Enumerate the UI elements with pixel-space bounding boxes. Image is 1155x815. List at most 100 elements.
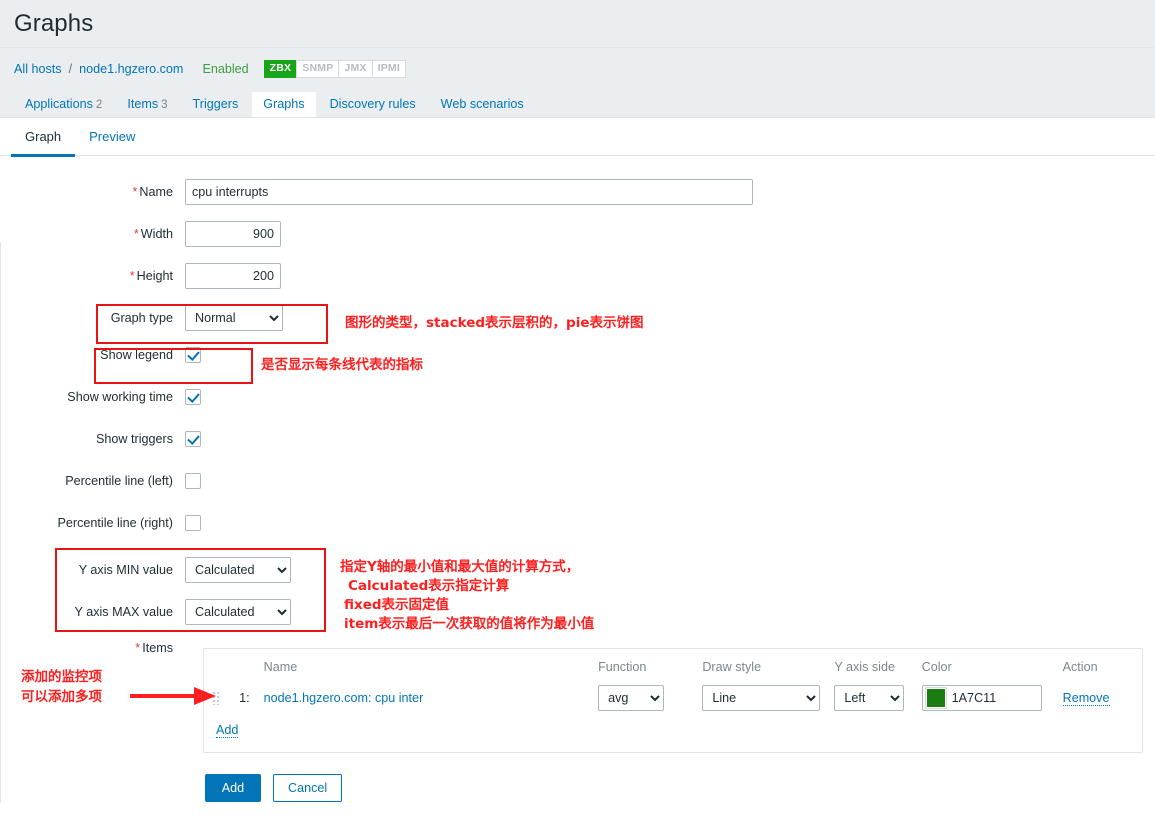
- host-status[interactable]: Enabled: [202, 62, 248, 76]
- height-input[interactable]: [185, 263, 281, 289]
- annotation-y-axis-line1: 指定Y轴的最小值和最大值的计算方式，: [340, 559, 580, 575]
- add-item-wrap: Add: [216, 723, 239, 738]
- items-table-header: Name Function Draw style Y axis side Col…: [204, 649, 1142, 679]
- percentile-right-checkbox[interactable]: [185, 515, 201, 531]
- cancel-button[interactable]: Cancel: [273, 774, 343, 802]
- badge-zbx[interactable]: ZBX: [263, 59, 298, 79]
- form-actions: Add Cancel: [205, 774, 343, 802]
- required-marker-name: *: [132, 185, 138, 199]
- row-draw-style-cell: Line: [702, 685, 834, 711]
- label-name-text: Name: [139, 185, 173, 199]
- annotation-items-line2: 可以添加多项: [21, 689, 102, 705]
- name-input[interactable]: [185, 179, 753, 205]
- badge-ipmi[interactable]: IPMI: [371, 59, 406, 79]
- field-percentile-right: Percentile line (right): [0, 515, 201, 531]
- badge-snmp[interactable]: SNMP: [296, 59, 340, 79]
- label-width: * Width: [0, 227, 185, 241]
- breadcrumb-separator: /: [68, 62, 73, 76]
- y-axis-side-select[interactable]: Left: [834, 685, 905, 711]
- color-swatch-icon[interactable]: [924, 687, 947, 709]
- required-marker-items: *: [135, 641, 141, 655]
- annotation-y-axis-line3: fixed表示固定值: [344, 597, 450, 613]
- row-color-cell: 1A7C11: [921, 685, 1063, 711]
- required-marker-height: *: [129, 269, 135, 283]
- page-header: Graphs: [0, 0, 1155, 48]
- field-show-working-time: Show working time: [0, 389, 201, 405]
- label-items-text: Items: [142, 641, 173, 655]
- draw-style-select[interactable]: Line: [702, 685, 821, 711]
- column-header-color: Color: [921, 660, 952, 674]
- row-action-cell: Remove: [1062, 691, 1142, 706]
- field-show-triggers: Show triggers: [0, 431, 201, 447]
- tab-graph[interactable]: Graph: [11, 118, 76, 157]
- host-tab-items-count: 3: [161, 99, 168, 111]
- label-width-text: Width: [140, 227, 173, 241]
- tab-preview-label: Preview: [89, 129, 136, 144]
- remove-item-link[interactable]: Remove: [1062, 691, 1110, 706]
- host-tab-applications[interactable]: Applications 2: [14, 92, 113, 117]
- add-item-link[interactable]: Add: [216, 723, 239, 738]
- width-input[interactable]: [185, 221, 281, 247]
- field-y-axis-max: Y axis MAX value Calculated: [0, 599, 291, 625]
- label-y-axis-min: Y axis MIN value: [78, 563, 173, 577]
- item-name-link[interactable]: node1.hgzero.com: cpu inter: [264, 691, 424, 705]
- host-interface-badges: ZBX SNMP JMX IPMI: [263, 59, 406, 79]
- column-header-y-axis-side: Y axis side: [834, 660, 895, 674]
- host-tab-graphs[interactable]: Graphs: [252, 92, 316, 117]
- breadcrumb-host[interactable]: node1.hgzero.com: [79, 62, 183, 76]
- field-show-legend: Show legend: [0, 347, 201, 363]
- field-height: * Height: [0, 263, 281, 289]
- annotation-y-axis-line4: item表示最后一次获取的值将作为最小值: [344, 616, 595, 632]
- field-items: * Items: [0, 641, 185, 655]
- label-height: * Height: [0, 269, 185, 283]
- form-tab-bar: Graph Preview: [0, 118, 1155, 157]
- badge-jmx[interactable]: JMX: [338, 59, 373, 79]
- annotation-show-legend: 是否显示每条线代表的指标: [261, 357, 423, 373]
- show-working-time-checkbox[interactable]: [185, 389, 201, 405]
- host-tab-web-scenarios-label: Web scenarios: [440, 97, 524, 111]
- color-hex-value: 1A7C11: [951, 691, 997, 705]
- row-index: 1:: [239, 691, 250, 705]
- breadcrumb-all-hosts[interactable]: All hosts: [14, 62, 62, 76]
- table-row: 1: node1.hgzero.com: cpu inter avg Line …: [204, 679, 1142, 717]
- host-tab-applications-count: 2: [95, 99, 103, 111]
- submit-button[interactable]: Add: [205, 774, 261, 802]
- host-tab-items[interactable]: Items 3: [116, 92, 178, 117]
- host-tab-web-scenarios[interactable]: Web scenarios: [430, 92, 535, 117]
- row-function-cell: avg: [598, 685, 702, 711]
- field-graph-type: Graph type Normal: [0, 305, 283, 331]
- host-tab-triggers[interactable]: Triggers: [182, 92, 250, 117]
- color-picker[interactable]: 1A7C11: [921, 685, 1042, 711]
- arrow-icon-items: [130, 687, 216, 705]
- show-legend-checkbox[interactable]: [185, 347, 201, 363]
- y-axis-min-select[interactable]: Calculated: [185, 557, 291, 583]
- host-tab-discovery-rules[interactable]: Discovery rules: [319, 92, 427, 117]
- tab-preview[interactable]: Preview: [75, 118, 149, 156]
- label-percentile-right: Percentile line (right): [57, 516, 174, 530]
- label-name: * Name: [0, 185, 185, 199]
- annotation-items-line1: 添加的监控项: [21, 669, 102, 685]
- items-table: Name Function Draw style Y axis side Col…: [203, 648, 1143, 753]
- function-select[interactable]: avg: [598, 685, 665, 711]
- label-percentile-left: Percentile line (left): [65, 474, 173, 488]
- page-title: Graphs: [14, 9, 94, 37]
- field-y-axis-min: Y axis MIN value Calculated: [0, 557, 291, 583]
- label-graph-type: Graph type: [110, 311, 173, 325]
- host-tab-discovery-rules-label: Discovery rules: [329, 97, 416, 111]
- required-marker-width: *: [133, 227, 139, 241]
- column-header-function: Function: [598, 660, 647, 674]
- y-axis-max-select[interactable]: Calculated: [185, 599, 291, 625]
- label-show-triggers: Show triggers: [96, 432, 173, 446]
- label-height-text: Height: [136, 269, 173, 283]
- label-show-working-time: Show working time: [67, 390, 173, 404]
- graph-type-select[interactable]: Normal: [185, 305, 283, 331]
- show-triggers-checkbox[interactable]: [185, 431, 201, 447]
- percentile-left-checkbox[interactable]: [185, 473, 201, 489]
- column-header-action: Action: [1062, 660, 1098, 674]
- breadcrumb-area: All hosts / node1.hgzero.com Enabled ZBX…: [0, 48, 1155, 117]
- label-show-legend: Show legend: [100, 348, 173, 362]
- tab-graph-label: Graph: [25, 129, 62, 144]
- field-percentile-left: Percentile line (left): [0, 473, 201, 489]
- label-y-axis-max: Y axis MAX value: [74, 605, 173, 619]
- host-tab-graphs-label: Graphs: [263, 97, 305, 111]
